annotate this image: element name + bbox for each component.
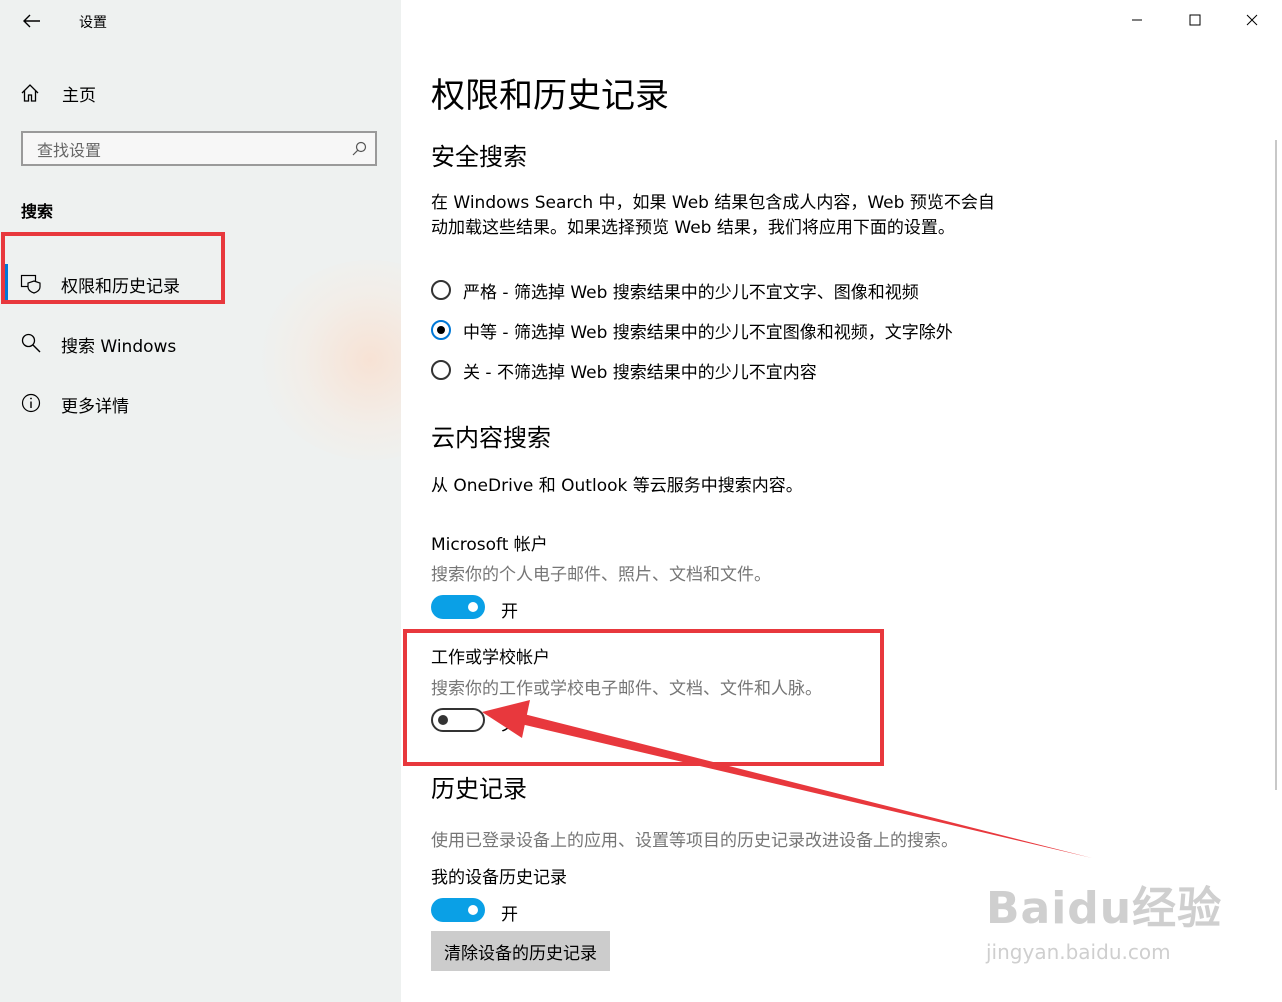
annotation-arrow [482,700,1092,858]
watermark-url: jingyan.baidu.com [986,940,1171,964]
watermark-logo: Baidu经验 [986,883,1223,934]
